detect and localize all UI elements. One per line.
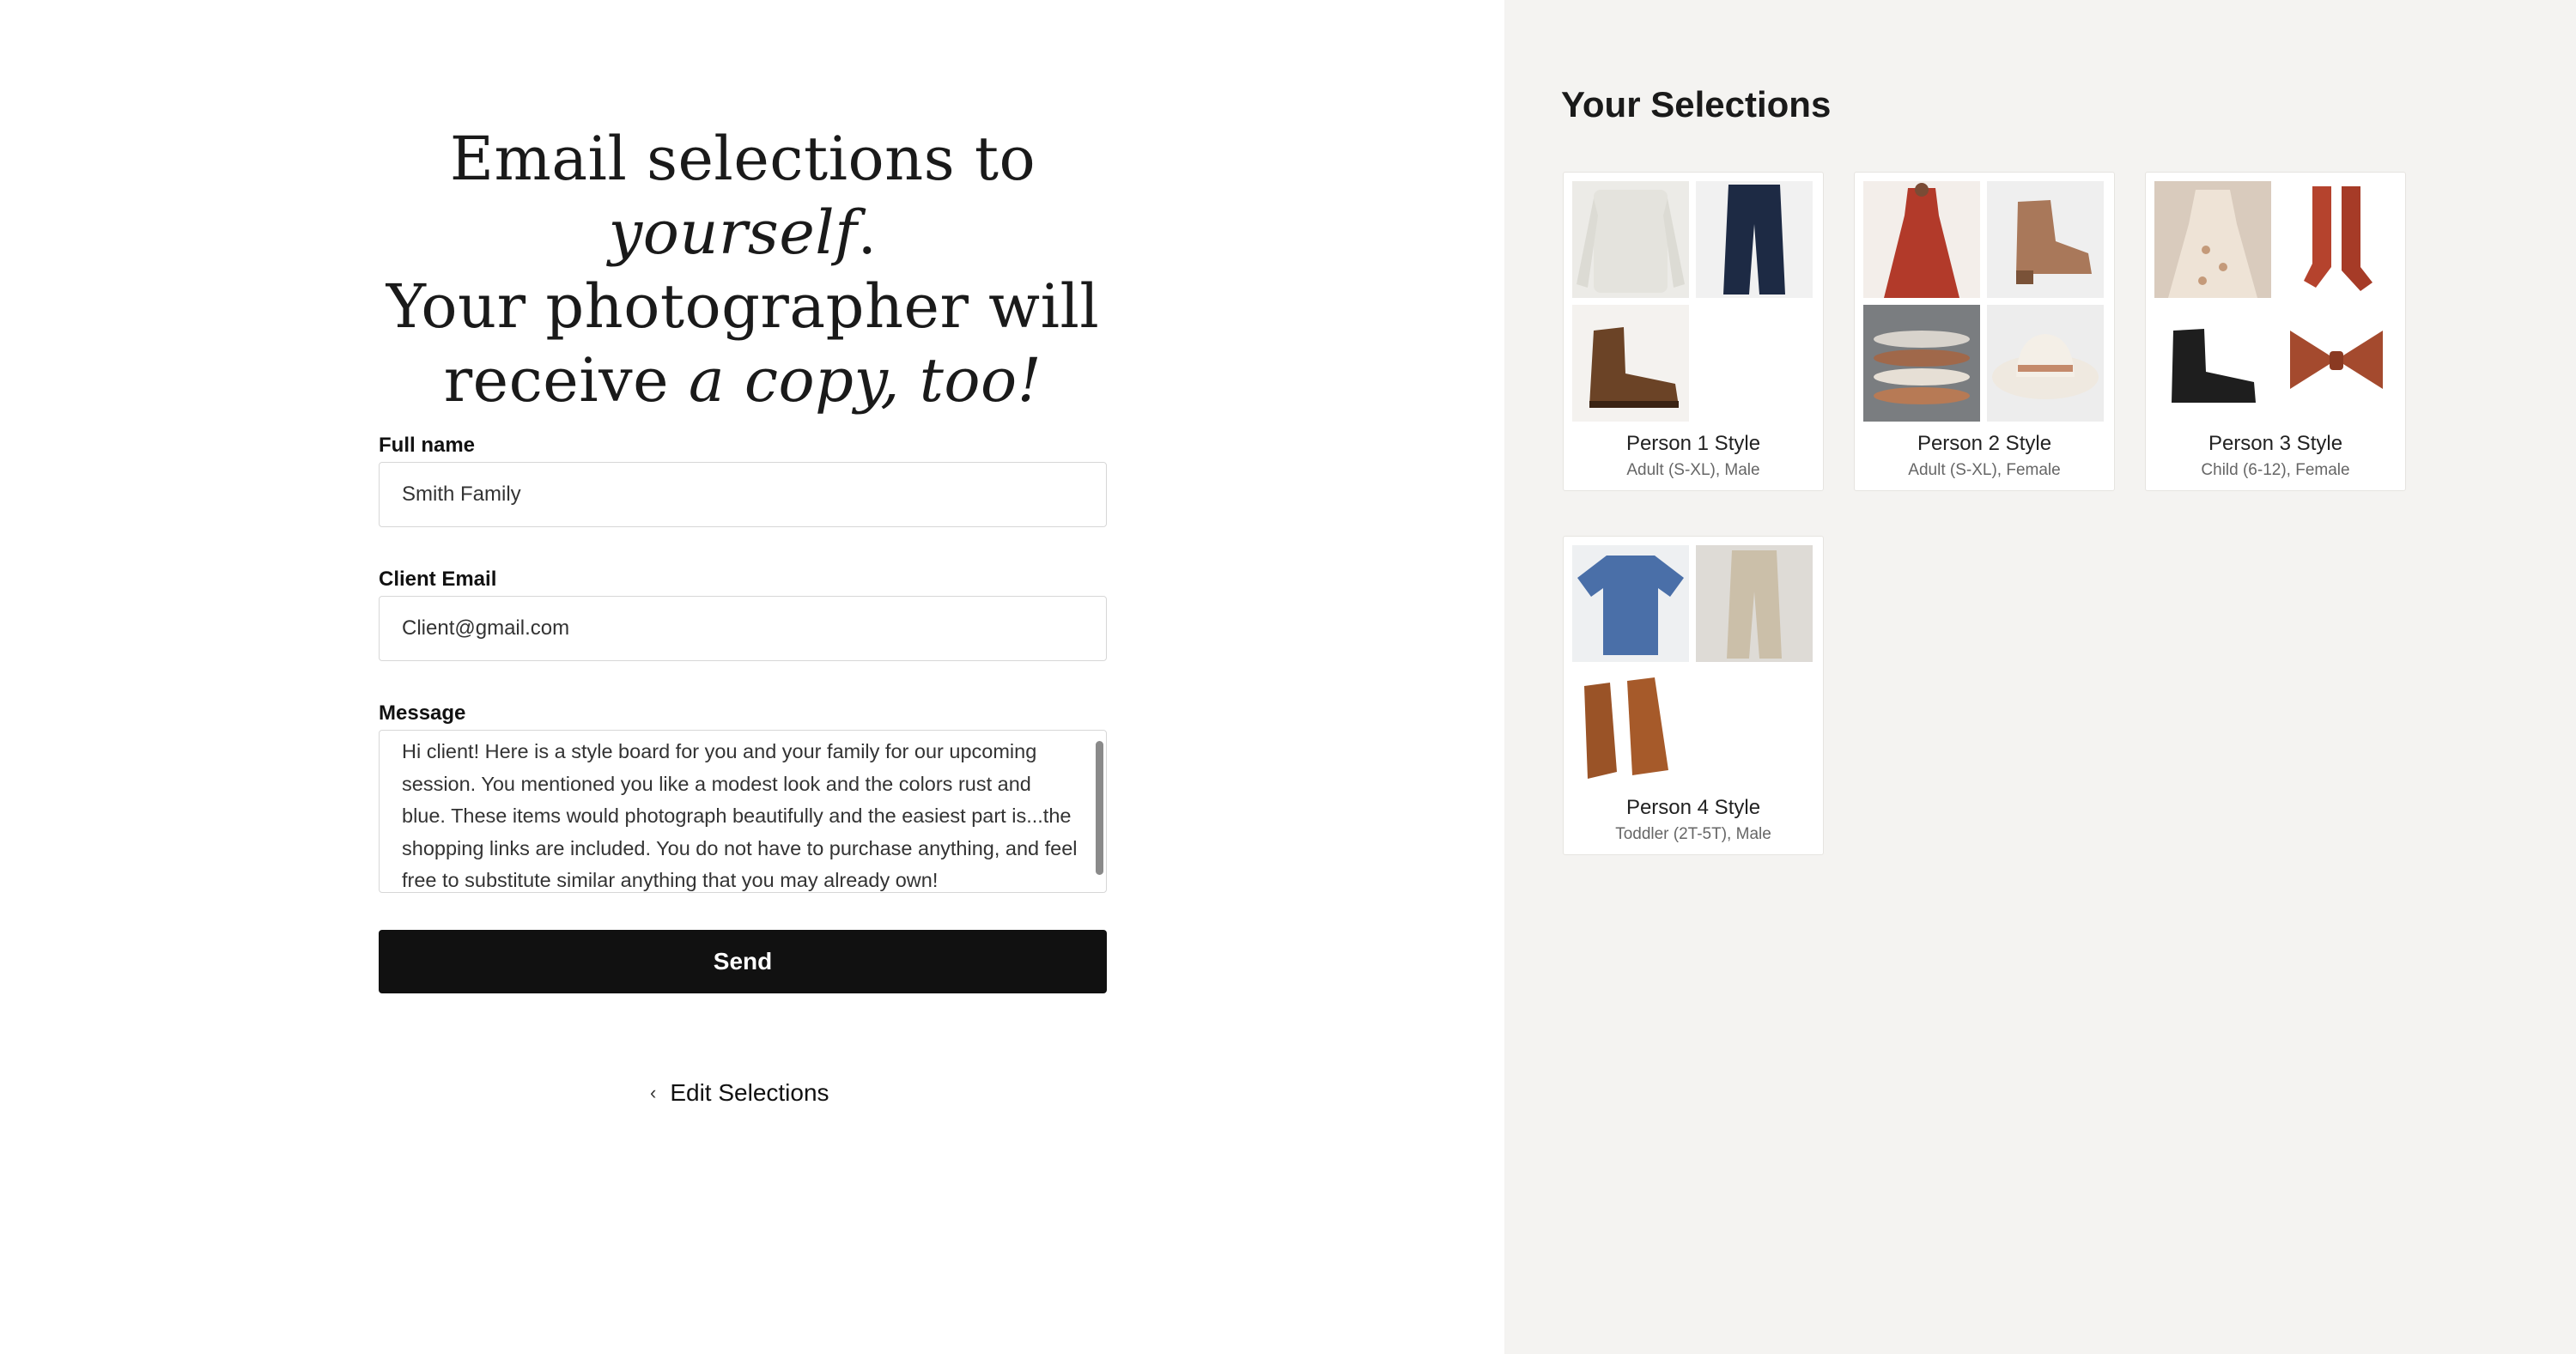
- full-name-label: Full name: [379, 434, 476, 457]
- card-title: Person 2 Style: [1917, 432, 2052, 455]
- edit-selections-link[interactable]: ‹ Edit Selections: [650, 1079, 829, 1107]
- card-subtitle: Toddler (2T-5T), Male: [1615, 825, 1771, 843]
- full-name-input[interactable]: [379, 462, 1107, 527]
- jeans-image: [1696, 181, 1813, 298]
- message-scrollbar[interactable]: [1096, 741, 1103, 875]
- selections-title: Your Selections: [1561, 84, 1832, 124]
- black-boots-image: [2154, 305, 2271, 422]
- blue-tshirt-image: [1572, 545, 1689, 662]
- red-dress-image: [1863, 181, 1980, 298]
- message-label: Message: [379, 701, 466, 725]
- card-title: Person 1 Style: [1625, 432, 1761, 455]
- card-title: Person 4 Style: [1625, 796, 1761, 819]
- khaki-pants-image: [1696, 545, 1813, 662]
- client-email-input[interactable]: [379, 596, 1107, 661]
- chevron-left-icon: ‹: [650, 1082, 657, 1103]
- card-subtitle: Child (6-12), Female: [2201, 461, 2350, 479]
- person-3-style-card[interactable]: Person 3 Style Child (6-12), Female: [2145, 172, 2406, 491]
- message-textarea[interactable]: Hi client! Here is a style board for you…: [379, 730, 1107, 893]
- hair-bow-image: [2278, 305, 2395, 422]
- brown-shoes-image: [1572, 669, 1689, 786]
- red-socks-image: [2278, 181, 2395, 298]
- ankle-boots-image: [1987, 181, 2104, 298]
- hat-image: [1987, 305, 2104, 422]
- page-headline: Email selections to yourself. Your photo…: [386, 124, 1100, 416]
- person-4-style-card[interactable]: Person 4 Style Toddler (2T-5T), Male: [1563, 536, 1824, 855]
- email-form-panel: Email selections to yourself. Your photo…: [0, 0, 1504, 1354]
- boots-image: [1572, 305, 1689, 422]
- card-subtitle: Adult (S-XL), Female: [1908, 461, 2061, 479]
- floral-dress-image: [2154, 181, 2271, 298]
- bracelets-image: [1863, 305, 1980, 422]
- edit-selections-label: Edit Selections: [670, 1079, 829, 1106]
- client-email-label: Client Email: [379, 568, 497, 591]
- card-subtitle: Adult (S-XL), Male: [1626, 461, 1760, 479]
- person-1-style-card[interactable]: Person 1 Style Adult (S-XL), Male: [1563, 172, 1824, 491]
- card-title: Person 3 Style: [2208, 432, 2343, 455]
- person-2-style-card[interactable]: Person 2 Style Adult (S-XL), Female: [1854, 172, 2115, 491]
- send-button[interactable]: Send: [379, 930, 1107, 993]
- sweater-image: [1572, 181, 1689, 298]
- message-text: Hi client! Here is a style board for you…: [402, 740, 1078, 891]
